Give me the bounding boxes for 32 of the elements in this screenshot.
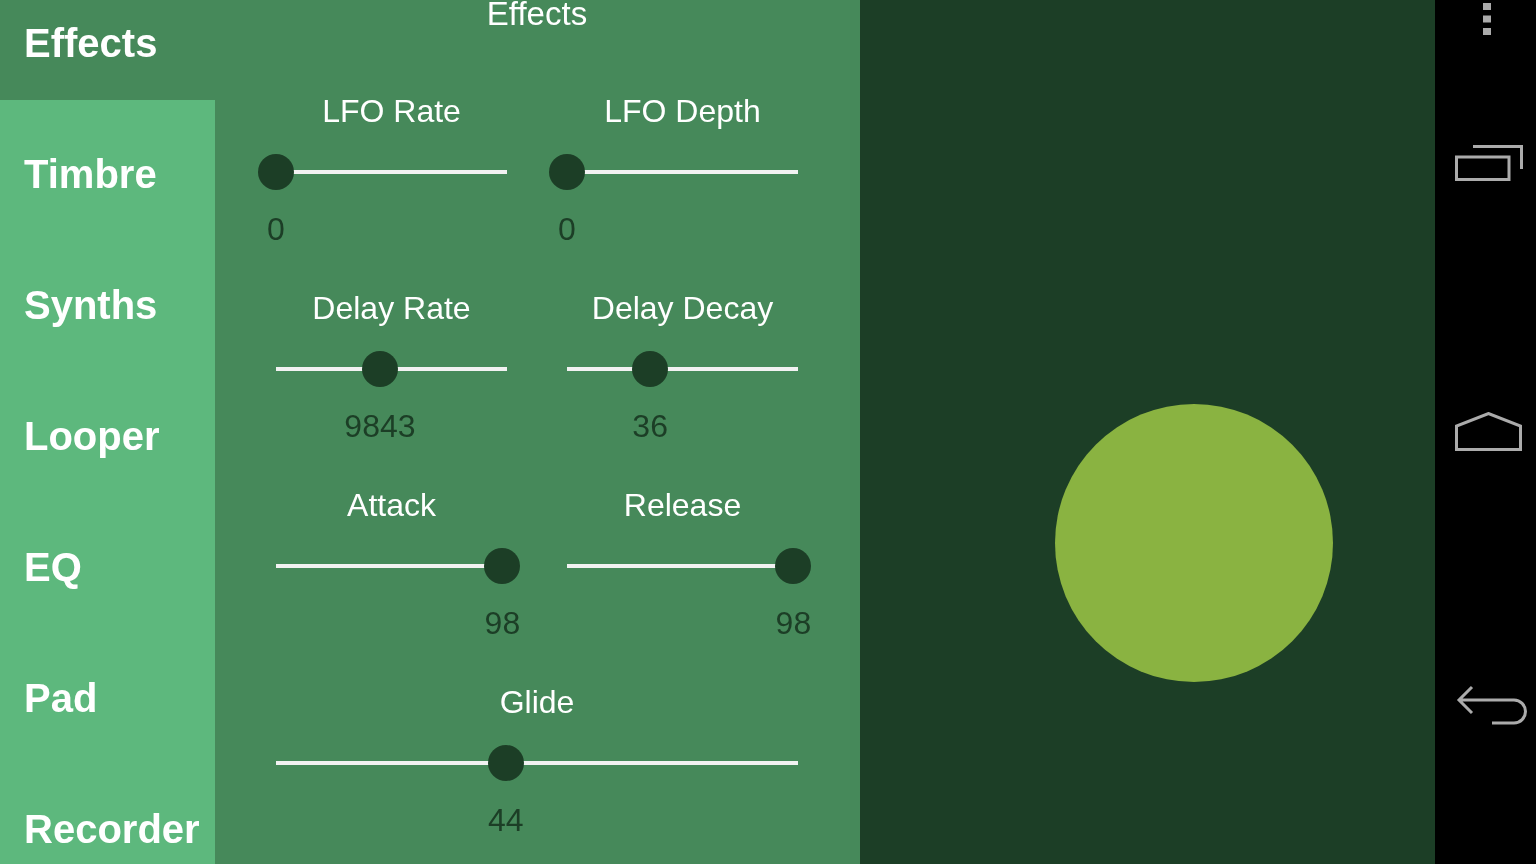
slider-label: LFO Rate (321, 92, 462, 131)
recent-apps-icon (1455, 145, 1523, 181)
overflow-menu-button[interactable] (1483, 3, 1491, 35)
slider-value: 0 (558, 210, 576, 248)
slider-value: 98 (484, 604, 521, 642)
home-icon (1455, 412, 1522, 451)
touch-pad[interactable] (860, 0, 1435, 864)
sidebar-tab[interactable]: Effects (0, 0, 215, 100)
slider-thumb[interactable] (484, 548, 521, 584)
slider-value: 98 (775, 604, 812, 642)
slider-label: Delay Decay (590, 289, 775, 328)
home-button[interactable] (1455, 412, 1522, 451)
slider-value: 44 (487, 801, 524, 839)
slider-value: 0 (267, 210, 285, 248)
more-icon (1483, 3, 1491, 35)
slider-thumb[interactable] (775, 548, 812, 584)
back-icon (1455, 684, 1529, 726)
slider-thumb[interactable] (632, 351, 669, 387)
panel-title: Effects (485, 0, 589, 28)
slider-label: Delay Rate (311, 289, 472, 328)
slider-thumb[interactable] (549, 154, 585, 190)
slider-label: Attack (346, 486, 437, 525)
slider-value: 9843 (344, 407, 416, 445)
recent-apps-button[interactable] (1455, 145, 1523, 181)
slider-label: Release (622, 486, 743, 525)
slider-value: 36 (632, 407, 668, 445)
slider-thumb[interactable] (258, 154, 294, 190)
slider-label: LFO Depth (603, 92, 762, 131)
back-button[interactable] (1455, 684, 1529, 726)
slider-thumb[interactable] (361, 351, 398, 387)
slider-label: Glide (498, 683, 576, 722)
slider-thumb[interactable] (487, 745, 524, 781)
